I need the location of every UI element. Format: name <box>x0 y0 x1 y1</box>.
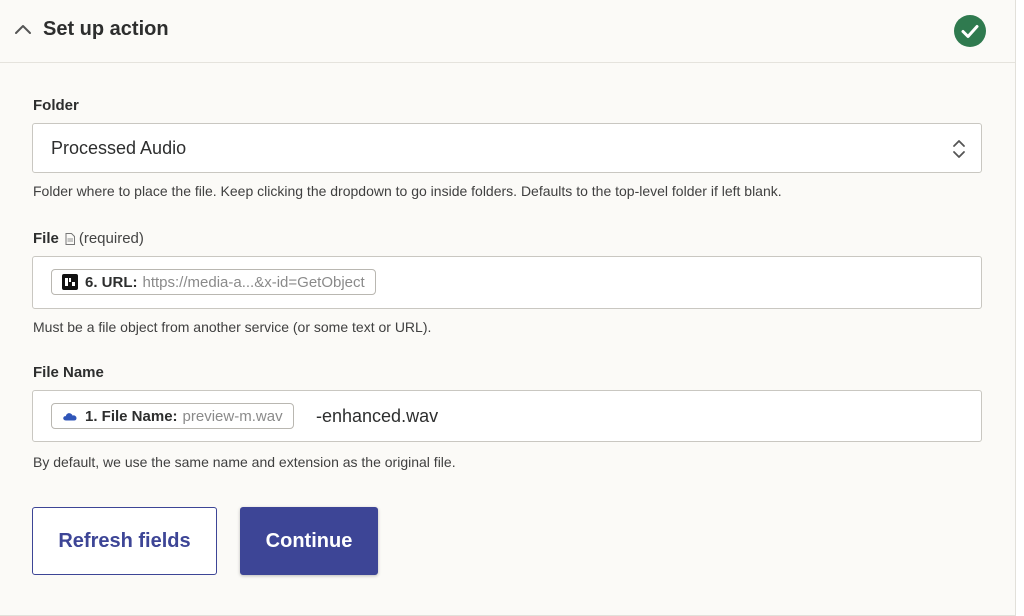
file-help-text: Must be a file object from another servi… <box>33 319 432 335</box>
setup-action-panel: Set up action Folder Processed Audio Fol… <box>0 0 1024 616</box>
folder-help-text: Folder where to place the file. Keep cli… <box>33 183 782 199</box>
section-header[interactable]: Set up action <box>0 0 1016 63</box>
panel-right-edge <box>1015 0 1024 616</box>
file-name-pill-value: preview-m.wav <box>182 407 283 425</box>
file-label: File (required) <box>33 230 144 247</box>
refresh-fields-button[interactable]: Refresh fields <box>32 507 217 575</box>
continue-button[interactable]: Continue <box>240 507 378 575</box>
required-indicator: (required) <box>78 230 144 247</box>
folder-label-text: Folder <box>33 97 79 114</box>
file-mapped-pill[interactable]: 6. URL: https://media-a...&x-id=GetObjec… <box>51 269 376 295</box>
folder-label: Folder <box>33 97 79 114</box>
file-pill-value: https://media-a...&x-id=GetObject <box>142 273 365 291</box>
cloud-icon <box>63 413 77 421</box>
chevron-up-icon[interactable] <box>14 21 32 39</box>
folder-select[interactable]: Processed Audio <box>32 123 982 173</box>
file-pill-label: 6. URL: <box>85 273 138 291</box>
file-name-label-text: File Name <box>33 364 104 381</box>
select-updown-icon <box>953 140 965 158</box>
file-name-mapped-pill[interactable]: 1. File Name: preview-m.wav <box>51 403 294 429</box>
file-name-pill-label: 1. File Name: <box>85 407 178 425</box>
dark-app-icon <box>62 274 78 290</box>
document-icon <box>65 233 75 246</box>
folder-select-value: Processed Audio <box>51 138 187 158</box>
file-name-input[interactable]: 1. File Name: preview-m.wav -enhanced.wa… <box>32 390 982 442</box>
file-name-label: File Name <box>33 364 104 381</box>
file-label-text: File <box>33 230 59 247</box>
file-name-suffix: -enhanced.wav <box>316 406 439 426</box>
check-circle-icon <box>954 15 986 47</box>
section-title: Set up action <box>43 18 169 40</box>
file-input[interactable]: 6. URL: https://media-a...&x-id=GetObjec… <box>32 256 982 309</box>
file-name-help-text: By default, we use the same name and ext… <box>33 454 456 470</box>
